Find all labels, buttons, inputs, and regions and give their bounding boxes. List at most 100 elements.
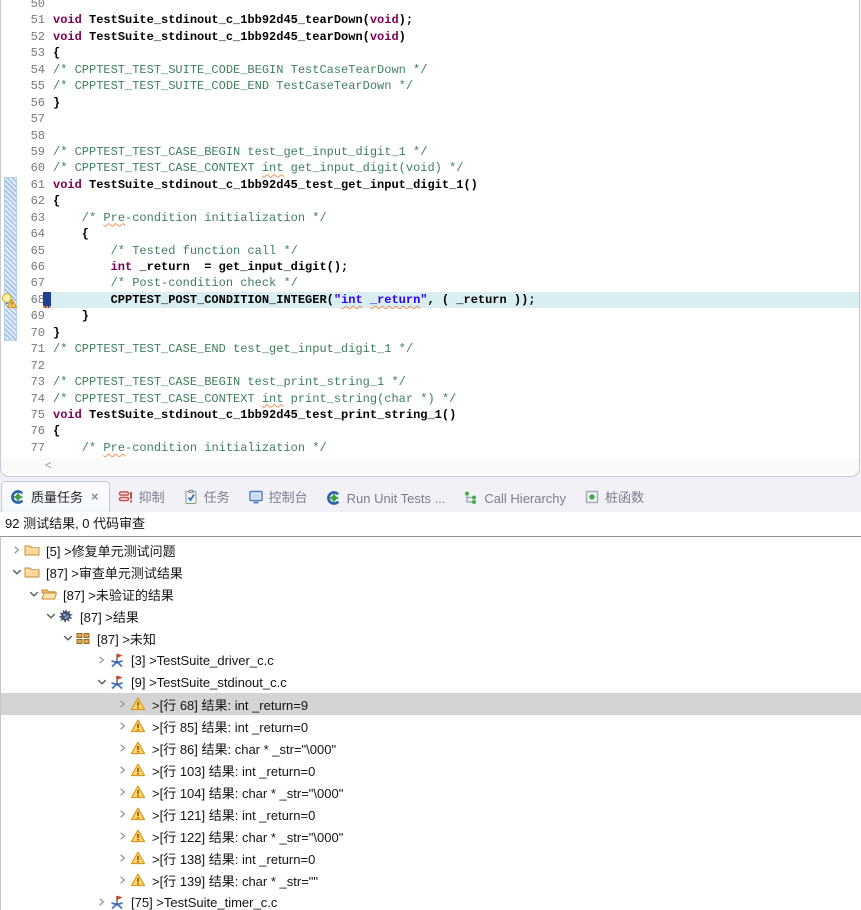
tree-row[interactable]: >[行 122] 结果: char * _str="\000" <box>1 825 861 847</box>
tab-控制台[interactable]: 控制台 <box>240 482 318 512</box>
line-number[interactable]: 55 <box>1 78 45 94</box>
line-number[interactable]: 56 <box>1 95 45 111</box>
tree-row[interactable]: >[行 85] 结果: int _return=0 <box>1 715 861 737</box>
code-line[interactable]: 62{ <box>1 193 859 209</box>
code-line[interactable]: 66 int _return = get_input_digit(); <box>1 259 859 275</box>
tree-row[interactable]: >[行 104] 结果: char * _str="\000" <box>1 781 861 803</box>
code-line[interactable]: 61void TestSuite_stdinout_c_1bb92d45_tes… <box>1 177 859 193</box>
testsuite-icon <box>109 894 125 910</box>
tree-row[interactable]: [87] >未知 <box>1 627 861 649</box>
tree-row[interactable]: [87] >结果 <box>1 605 861 627</box>
line-number[interactable]: 58 <box>1 128 45 144</box>
chevron-collapsed-icon[interactable] <box>115 850 130 866</box>
chevron-collapsed-icon[interactable] <box>115 740 130 756</box>
code-line[interactable]: 65 /* Tested function call */ <box>1 243 859 259</box>
tree-row[interactable]: >[行 139] 结果: char * _str="" <box>1 869 861 891</box>
results-tree[interactable]: [5] >修复单元测试问题[87] >审查单元测试结果[87] >未验证的结果[… <box>0 536 861 910</box>
chevron-collapsed-icon[interactable] <box>115 718 130 734</box>
code-line[interactable]: 53{ <box>1 45 859 61</box>
chevron-collapsed-icon[interactable] <box>115 806 130 822</box>
tree-row[interactable]: [87] >审查单元测试结果 <box>1 561 861 583</box>
chevron-collapsed-icon[interactable] <box>94 894 109 910</box>
code-line[interactable]: 55/* CPPTEST_TEST_SUITE_CODE_END TestCas… <box>1 78 859 94</box>
chevron-expanded-icon[interactable] <box>43 608 58 624</box>
line-number[interactable]: 54 <box>1 62 45 78</box>
code-line[interactable]: 52void TestSuite_stdinout_c_1bb92d45_tea… <box>1 29 859 45</box>
chevron-expanded-icon[interactable] <box>60 630 75 646</box>
tree-row[interactable]: >[行 121] 结果: int _return=0 <box>1 803 861 825</box>
horizontal-scrollbar[interactable]: < <box>1 458 859 474</box>
chevron-expanded-icon[interactable] <box>26 586 41 602</box>
code-line[interactable]: 63 /* Pre-condition initialization */ <box>1 210 859 226</box>
tree-row[interactable]: [5] >修复单元测试问题 <box>1 539 861 561</box>
line-number[interactable]: 74 <box>1 391 45 407</box>
code-line[interactable]: 70} <box>1 325 859 341</box>
scroll-left-arrow-icon[interactable]: < <box>45 458 52 472</box>
chevron-expanded-icon[interactable] <box>9 564 24 580</box>
code-keyword: void <box>53 178 82 192</box>
tree-row[interactable]: [9] >TestSuite_stdinout_c.c <box>1 671 861 693</box>
tree-row[interactable]: [3] >TestSuite_driver_c.c <box>1 649 861 671</box>
chevron-collapsed-icon[interactable] <box>115 762 130 778</box>
chevron-expanded-icon[interactable] <box>94 674 109 690</box>
tab-run-unit-tests-[interactable]: Run Unit Tests ... <box>318 485 456 512</box>
line-number[interactable]: 51 <box>1 12 45 28</box>
chevron-collapsed-icon[interactable] <box>115 828 130 844</box>
line-number[interactable]: 53 <box>1 45 45 61</box>
chevron-collapsed-icon[interactable] <box>115 696 130 712</box>
tab-抑制[interactable]: 抑制 <box>110 482 175 512</box>
tree-row[interactable]: >[行 68] 结果: int _return=9 <box>1 693 861 715</box>
code-line[interactable]: 68 CPPTEST_POST_CONDITION_INTEGER("int _… <box>1 292 859 308</box>
code-line[interactable]: 50 <box>1 0 859 12</box>
results-summary: 92 测试结果, 0 代码审查 <box>0 512 861 535</box>
line-number[interactable]: 77 <box>1 440 45 456</box>
line-number[interactable]: 72 <box>1 358 45 374</box>
code-line[interactable]: 73 /* CPPTEST_TEST_CASE_BEGIN test_print_… <box>1 374 859 390</box>
line-number[interactable]: 52 <box>1 29 45 45</box>
close-icon[interactable]: × <box>91 489 99 504</box>
code-line[interactable]: 56} <box>1 95 859 111</box>
tree-row[interactable]: >[行 86] 结果: char * _str="\000" <box>1 737 861 759</box>
tab-quality-tasks[interactable]: 质量任务× <box>1 481 110 512</box>
code-line[interactable]: 67 /* Post-condition check */ <box>1 275 859 291</box>
tree-row[interactable]: [87] >未验证的结果 <box>1 583 861 605</box>
code-line[interactable]: 69 } <box>1 308 859 324</box>
tree-row[interactable]: >[行 103] 结果: int _return=0 <box>1 759 861 781</box>
line-number[interactable]: 71 <box>1 341 45 357</box>
chevron-collapsed-icon[interactable] <box>94 652 109 668</box>
code-line[interactable]: 75void TestSuite_stdinout_c_1bb92d45_tes… <box>1 407 859 423</box>
line-number[interactable]: 57 <box>1 111 45 127</box>
code-line[interactable]: 58 <box>1 128 859 144</box>
line-number[interactable]: 76 <box>1 423 45 439</box>
tree-row[interactable]: [75] >TestSuite_timer_c.c <box>1 891 861 910</box>
quickfix-warning-bulb-icon[interactable] <box>1 292 17 308</box>
testsuite-icon <box>109 674 125 690</box>
code-editor[interactable]: 5051void TestSuite_stdinout_c_1bb92d45_t… <box>0 0 860 477</box>
code-line[interactable]: 54/* CPPTEST_TEST_SUITE_CODE_BEGIN TestC… <box>1 62 859 78</box>
tab-任务[interactable]: 任务 <box>175 482 240 512</box>
code-line[interactable]: 51void TestSuite_stdinout_c_1bb92d45_tea… <box>1 12 859 28</box>
chevron-collapsed-icon[interactable] <box>115 872 130 888</box>
chevron-collapsed-icon[interactable] <box>9 542 24 558</box>
code-line[interactable]: 60/* CPPTEST_TEST_CASE_CONTEXT int get_i… <box>1 160 859 176</box>
line-number[interactable]: 59 <box>1 144 45 160</box>
code-line[interactable]: 76{ <box>1 423 859 439</box>
code-line[interactable]: 59/* CPPTEST_TEST_CASE_BEGIN test_get_in… <box>1 144 859 160</box>
code-line[interactable]: 74/* CPPTEST_TEST_CASE_CONTEXT int print… <box>1 391 859 407</box>
tab-call-hierarchy[interactable]: Call Hierarchy <box>455 485 576 512</box>
line-number[interactable]: 60 <box>1 160 45 176</box>
cpptest-logo-icon <box>10 489 26 505</box>
line-number[interactable]: 73 <box>1 374 45 390</box>
tree-row[interactable]: >[行 138] 结果: int _return=0 <box>1 847 861 869</box>
tab-label: 控制台 <box>269 487 308 506</box>
chevron-collapsed-icon[interactable] <box>115 784 130 800</box>
code-line[interactable]: 72 <box>1 358 859 374</box>
code-line[interactable]: 71/* CPPTEST_TEST_CASE_END test_get_inpu… <box>1 341 859 357</box>
code-comment: /* CPPTEST_TEST_CASE_BEGIN test_print_st… <box>53 375 406 389</box>
code-line[interactable]: 57 <box>1 111 859 127</box>
code-line[interactable]: 64 { <box>1 226 859 242</box>
line-number[interactable]: 75 <box>1 407 45 423</box>
line-number[interactable]: 50 <box>1 0 45 12</box>
tab-桩函数[interactable]: 桩函数 <box>576 482 654 512</box>
code-line[interactable]: 77 /* Pre-condition initialization */ <box>1 440 859 456</box>
